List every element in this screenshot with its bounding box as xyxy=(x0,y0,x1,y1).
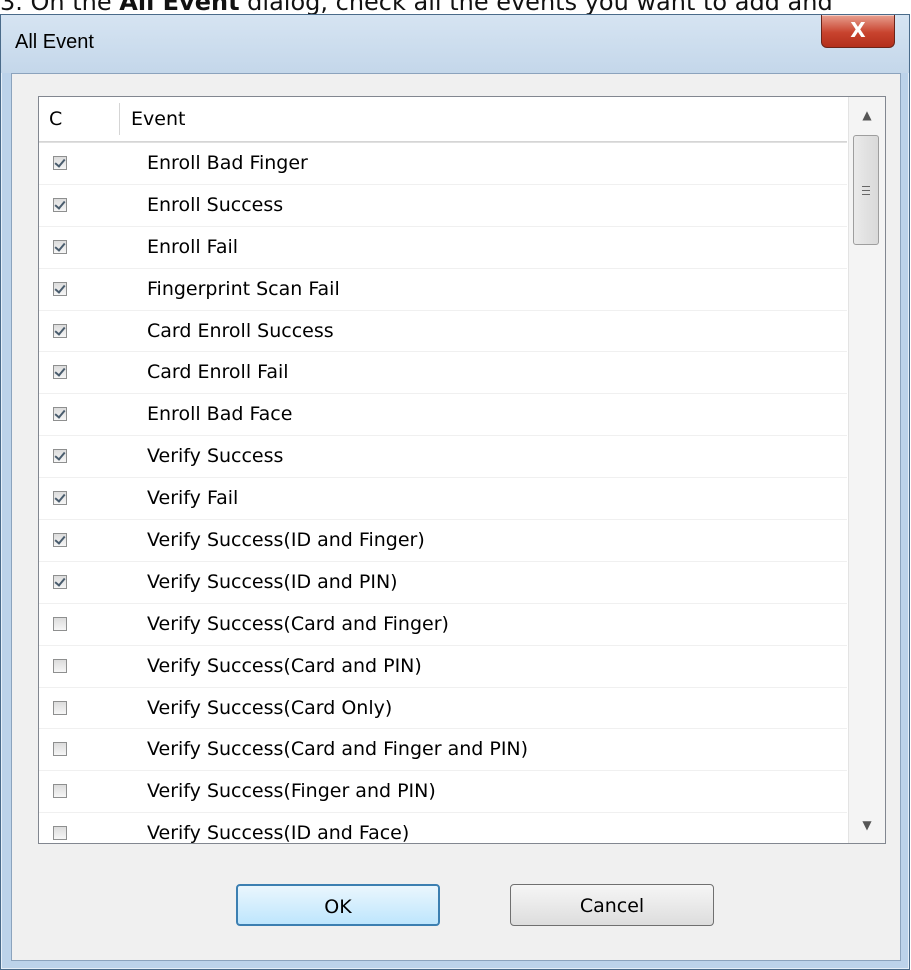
list-item[interactable]: Verify Success(Card Only) xyxy=(39,688,847,730)
grip-line xyxy=(862,194,870,195)
all-event-dialog: All Event X C Event Enroll Bad Finger Enr… xyxy=(0,14,910,970)
cancel-button[interactable]: Cancel xyxy=(510,884,714,926)
event-label: Verify Success(Card and Finger and PIN) xyxy=(147,738,529,761)
event-checkbox[interactable] xyxy=(53,365,67,380)
event-label: Verify Success(ID and PIN) xyxy=(147,570,398,593)
title-bar[interactable]: All Event X xyxy=(1,15,909,73)
event-label: Fingerprint Scan Fail xyxy=(147,277,340,300)
event-label: Enroll Fail xyxy=(147,235,239,258)
event-checkbox[interactable] xyxy=(53,491,67,506)
list-item[interactable]: Verify Success(ID and Face) xyxy=(39,813,847,844)
list-item[interactable]: Fingerprint Scan Fail xyxy=(39,269,847,311)
event-label: Card Enroll Success xyxy=(147,319,334,342)
event-checkbox[interactable] xyxy=(53,742,67,757)
list-item[interactable]: Enroll Fail xyxy=(39,227,847,269)
event-checkbox[interactable] xyxy=(53,281,67,296)
scroll-up-arrow-icon[interactable]: ▲ xyxy=(849,97,885,133)
list-item[interactable]: Verify Success(Card and PIN) xyxy=(39,646,847,688)
event-checkbox[interactable] xyxy=(53,197,67,212)
event-label: Enroll Bad Finger xyxy=(147,152,308,174)
event-label: Verify Success(Finger and PIN) xyxy=(147,780,436,803)
event-checkbox[interactable] xyxy=(53,784,67,799)
list-item[interactable]: Enroll Bad Face xyxy=(39,394,847,437)
list-item[interactable]: Verify Success(ID and Finger) xyxy=(39,520,847,562)
close-button[interactable]: X xyxy=(821,15,895,48)
event-checkbox[interactable] xyxy=(53,700,67,715)
list-header: C Event xyxy=(39,97,847,142)
event-checkbox[interactable] xyxy=(53,616,67,631)
event-label: Verify Fail xyxy=(147,487,239,510)
list-item[interactable]: Verify Success(Card and Finger and PIN) xyxy=(39,729,847,772)
list-item[interactable]: Verify Success(ID and PIN) xyxy=(39,562,847,604)
list-item[interactable]: Verify Success(Card and Finger) xyxy=(39,604,847,646)
event-checkbox[interactable] xyxy=(53,407,67,422)
vertical-scrollbar[interactable]: ▲ ▼ xyxy=(848,97,885,843)
list-item[interactable]: Verify Fail xyxy=(39,478,847,521)
dialog-title: All Event xyxy=(15,31,94,53)
scroll-thumb[interactable] xyxy=(853,135,879,245)
list-item[interactable]: Verify Success(Finger and PIN) xyxy=(39,771,847,814)
column-header-event[interactable]: Event xyxy=(131,97,185,141)
list-item[interactable]: Enroll Success xyxy=(39,185,847,227)
ok-button[interactable]: OK xyxy=(236,884,440,926)
event-label: Verify Success(Card Only) xyxy=(147,696,393,719)
column-header-c[interactable]: C xyxy=(49,97,62,141)
scroll-down-arrow-icon[interactable]: ▼ xyxy=(849,807,885,843)
grip-line xyxy=(862,186,870,187)
column-divider[interactable] xyxy=(119,103,120,135)
event-label: Verify Success(Card and PIN) xyxy=(147,654,422,677)
close-icon: X xyxy=(850,18,866,42)
event-label: Verify Success(ID and Finger) xyxy=(147,529,425,552)
event-label: Verify Success(ID and Face) xyxy=(147,822,410,844)
event-label: Enroll Success xyxy=(147,193,284,216)
event-label: Enroll Bad Face xyxy=(147,403,293,426)
list-item[interactable]: Verify Success xyxy=(39,436,847,479)
event-checkbox[interactable] xyxy=(53,826,67,841)
grip-line xyxy=(862,190,870,191)
list-item[interactable]: Enroll Bad Finger xyxy=(39,142,847,185)
list-item[interactable]: Card Enroll Fail xyxy=(39,352,847,395)
event-checkbox[interactable] xyxy=(53,239,67,254)
event-checkbox[interactable] xyxy=(53,658,67,673)
event-label: Verify Success xyxy=(147,445,284,468)
dialog-client-area: C Event Enroll Bad Finger Enroll Success E… xyxy=(11,73,901,961)
event-label: Verify Success(Card and Finger) xyxy=(147,612,449,635)
event-checkbox[interactable] xyxy=(53,449,67,464)
list-rows: Enroll Bad Finger Enroll Success Enroll Fa… xyxy=(39,142,847,844)
list-item[interactable]: Card Enroll Success xyxy=(39,311,847,353)
event-checkbox[interactable] xyxy=(53,156,67,170)
event-checkbox[interactable] xyxy=(53,533,67,548)
event-checkbox[interactable] xyxy=(53,323,67,338)
event-label: Card Enroll Fail xyxy=(147,361,289,384)
event-checkbox[interactable] xyxy=(53,574,67,589)
event-list: C Event Enroll Bad Finger Enroll Success E… xyxy=(38,96,886,844)
